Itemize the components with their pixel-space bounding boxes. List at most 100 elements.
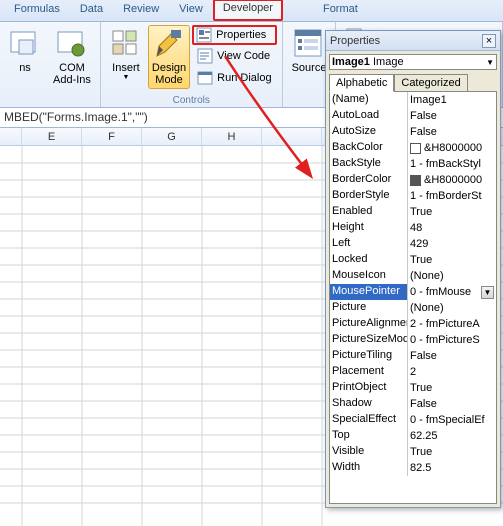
prop-name: Visible xyxy=(330,444,408,460)
prop-name: Picture xyxy=(330,300,408,316)
prop-name: Height xyxy=(330,220,408,236)
prop-row[interactable]: AutoLoadFalse xyxy=(330,108,496,124)
prop-value[interactable]: (None) xyxy=(408,268,496,284)
prop-value[interactable]: 0 - fmPictureS xyxy=(408,332,496,348)
properties-title-bar[interactable]: Properties × xyxy=(326,31,500,51)
prop-value[interactable]: False xyxy=(408,124,496,140)
prop-value[interactable]: (None) xyxy=(408,300,496,316)
prop-value[interactable]: 1 - fmBackStyl xyxy=(408,156,496,172)
addins-button[interactable]: ns xyxy=(5,25,45,77)
tab-format[interactable]: Format xyxy=(313,0,368,21)
prop-value[interactable]: False xyxy=(408,348,496,364)
tab-developer[interactable]: Developer xyxy=(213,0,283,21)
prop-row[interactable]: SpecialEffect0 - fmSpecialEf xyxy=(330,412,496,428)
com-addins-button[interactable]: COM Add-Ins xyxy=(49,25,95,89)
tab-review[interactable]: Review xyxy=(113,0,169,21)
prop-row[interactable]: BackColor&H8000000 xyxy=(330,140,496,156)
prop-row[interactable]: Width82.5 xyxy=(330,460,496,476)
close-icon[interactable]: × xyxy=(482,34,496,48)
prop-value[interactable]: 0 - fmMouse▼ xyxy=(408,284,496,300)
prop-value[interactable]: 82.5 xyxy=(408,460,496,476)
prop-row[interactable]: PictureAlignmen2 - fmPictureA xyxy=(330,316,496,332)
prop-name: Shadow xyxy=(330,396,408,412)
insert-label: Insert xyxy=(112,62,140,74)
prop-value[interactable]: True xyxy=(408,444,496,460)
prop-row[interactable]: Top62.25 xyxy=(330,428,496,444)
prop-value[interactable]: 2 xyxy=(408,364,496,380)
insert-button[interactable]: Insert ▼ xyxy=(106,25,146,85)
prop-value[interactable]: True xyxy=(408,380,496,396)
run-dialog-label: Run Dialog xyxy=(217,72,271,84)
prop-name: BackColor xyxy=(330,140,408,156)
prop-name: Width xyxy=(330,460,408,476)
col-header-f[interactable]: F xyxy=(82,128,142,145)
prop-name: PictureSizeMode xyxy=(330,332,408,348)
tab-data[interactable]: Data xyxy=(70,0,113,21)
prop-row[interactable]: LockedTrue xyxy=(330,252,496,268)
properties-icon xyxy=(196,27,212,43)
prop-value[interactable]: 2 - fmPictureA xyxy=(408,316,496,332)
prop-value[interactable]: &H8000000 xyxy=(408,140,496,156)
prop-row[interactable]: VisibleTrue xyxy=(330,444,496,460)
properties-button[interactable]: Properties xyxy=(192,25,276,45)
dropdown-icon[interactable]: ▼ xyxy=(481,286,494,299)
col-header-g[interactable]: G xyxy=(142,128,202,145)
prop-value[interactable]: &H8000000 xyxy=(408,172,496,188)
prop-row[interactable]: PrintObjectTrue xyxy=(330,380,496,396)
source-label: Source xyxy=(292,62,327,74)
prop-name: Locked xyxy=(330,252,408,268)
prop-name: (Name) xyxy=(330,92,408,108)
col-header-next[interactable] xyxy=(262,128,322,145)
col-header-e[interactable]: E xyxy=(22,128,82,145)
view-code-icon xyxy=(197,48,213,64)
prop-row[interactable]: Left429 xyxy=(330,236,496,252)
tab-alphabetic[interactable]: Alphabetic xyxy=(329,74,394,92)
prop-name: AutoLoad xyxy=(330,108,408,124)
com-addins-label: COM Add-Ins xyxy=(53,62,91,86)
prop-value[interactable]: True xyxy=(408,204,496,220)
prop-row[interactable]: Placement2 xyxy=(330,364,496,380)
prop-value[interactable]: True xyxy=(408,252,496,268)
properties-label: Properties xyxy=(216,29,266,41)
design-mode-button[interactable]: Design Mode xyxy=(148,25,190,89)
properties-grid[interactable]: (Name)Image1AutoLoadFalseAutoSizeFalseBa… xyxy=(329,91,497,504)
dropdown-icon: ▼ xyxy=(486,58,494,67)
run-dialog-button[interactable]: Run Dialog xyxy=(192,67,276,89)
prop-value[interactable]: 0 - fmSpecialEf xyxy=(408,412,496,428)
prop-row[interactable]: MouseIcon(None) xyxy=(330,268,496,284)
prop-value[interactable]: False xyxy=(408,108,496,124)
prop-row[interactable]: BorderStyle1 - fmBorderSt xyxy=(330,188,496,204)
prop-row[interactable]: EnabledTrue xyxy=(330,204,496,220)
prop-name: BorderColor xyxy=(330,172,408,188)
prop-value[interactable]: Image1 xyxy=(408,92,496,108)
prop-row[interactable]: PictureTilingFalse xyxy=(330,348,496,364)
object-selector[interactable]: Image1 Image ▼ xyxy=(329,54,497,70)
prop-name: PictureTiling xyxy=(330,348,408,364)
prop-value[interactable]: 62.25 xyxy=(408,428,496,444)
prop-row[interactable]: BackStyle1 - fmBackStyl xyxy=(330,156,496,172)
prop-row[interactable]: ShadowFalse xyxy=(330,396,496,412)
tab-categorized[interactable]: Categorized xyxy=(394,74,467,92)
properties-title-text: Properties xyxy=(330,35,380,47)
prop-row[interactable]: (Name)Image1 xyxy=(330,92,496,108)
properties-panel: Properties × Image1 Image ▼ Alphabetic C… xyxy=(325,30,501,508)
prop-name: AutoSize xyxy=(330,124,408,140)
prop-name: Enabled xyxy=(330,204,408,220)
prop-row[interactable]: Height48 xyxy=(330,220,496,236)
prop-row[interactable]: BorderColor&H8000000 xyxy=(330,172,496,188)
prop-value[interactable]: 48 xyxy=(408,220,496,236)
prop-row[interactable]: MousePointer0 - fmMouse▼ xyxy=(330,284,496,300)
ribbon-tabs: Formulas Data Review View Developer Form… xyxy=(0,0,503,22)
view-code-button[interactable]: View Code xyxy=(192,45,276,67)
color-swatch-icon xyxy=(410,143,421,154)
prop-row[interactable]: Picture(None) xyxy=(330,300,496,316)
prop-value[interactable]: 1 - fmBorderSt xyxy=(408,188,496,204)
tab-view[interactable]: View xyxy=(169,0,213,21)
tab-formulas[interactable]: Formulas xyxy=(4,0,70,21)
prop-row[interactable]: AutoSizeFalse xyxy=(330,124,496,140)
prop-value[interactable]: 429 xyxy=(408,236,496,252)
group-controls: Insert ▼ Design Mode Properties View Cod… xyxy=(101,22,283,107)
prop-value[interactable]: False xyxy=(408,396,496,412)
prop-row[interactable]: PictureSizeMode0 - fmPictureS xyxy=(330,332,496,348)
col-header-h[interactable]: H xyxy=(202,128,262,145)
